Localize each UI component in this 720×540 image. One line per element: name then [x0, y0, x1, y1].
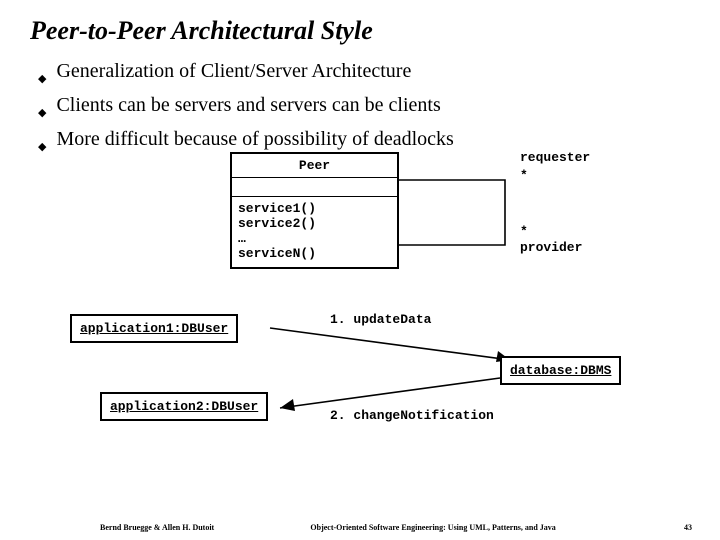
msg-1-label: 1. updateData	[330, 312, 431, 327]
bullet-list: ◆ Generalization of Client/Server Archit…	[38, 58, 678, 160]
footer-page: 43	[652, 523, 692, 532]
uml-op: …	[238, 231, 391, 246]
object-app1: application1:DBUser	[70, 314, 238, 343]
uml-class-peer: Peer service1() service2() … serviceN()	[230, 152, 399, 269]
bullet-text: Generalization of Client/Server Architec…	[56, 58, 411, 84]
uml-class-name: Peer	[232, 154, 397, 178]
assoc-role-provider: provider	[520, 240, 582, 255]
uml-op: serviceN()	[238, 246, 391, 261]
bullet-icon: ◆	[38, 66, 46, 92]
assoc-mult-requester: *	[520, 168, 528, 183]
uml-op: service2()	[238, 216, 391, 231]
list-item: ◆ Clients can be servers and servers can…	[38, 92, 678, 126]
slide-title: Peer-to-Peer Architectural Style	[30, 16, 373, 46]
footer-left: Bernd Bruegge & Allen H. Dutoit	[100, 523, 214, 532]
slide: Peer-to-Peer Architectural Style ◆ Gener…	[0, 0, 720, 540]
assoc-mult-provider: *	[520, 224, 528, 239]
object-app2: application2:DBUser	[100, 392, 268, 421]
assoc-role-requester: requester	[520, 150, 590, 165]
footer: Bernd Bruegge & Allen H. Dutoit Object-O…	[0, 523, 720, 532]
msg-2-label: 2. changeNotification	[330, 408, 494, 423]
bullet-text: Clients can be servers and servers can b…	[56, 92, 440, 118]
footer-center: Object-Oriented Software Engineering: Us…	[214, 523, 652, 532]
uml-attr-compartment	[232, 178, 397, 197]
uml-ops-compartment: service1() service2() … serviceN()	[232, 197, 397, 267]
diagram-area: Peer service1() service2() … serviceN() …	[0, 150, 720, 480]
list-item: ◆ Generalization of Client/Server Archit…	[38, 58, 678, 92]
bullet-text: More difficult because of possibility of…	[56, 126, 453, 152]
bullet-icon: ◆	[38, 100, 46, 126]
object-db: database:DBMS	[500, 356, 621, 385]
uml-op: service1()	[238, 201, 391, 216]
